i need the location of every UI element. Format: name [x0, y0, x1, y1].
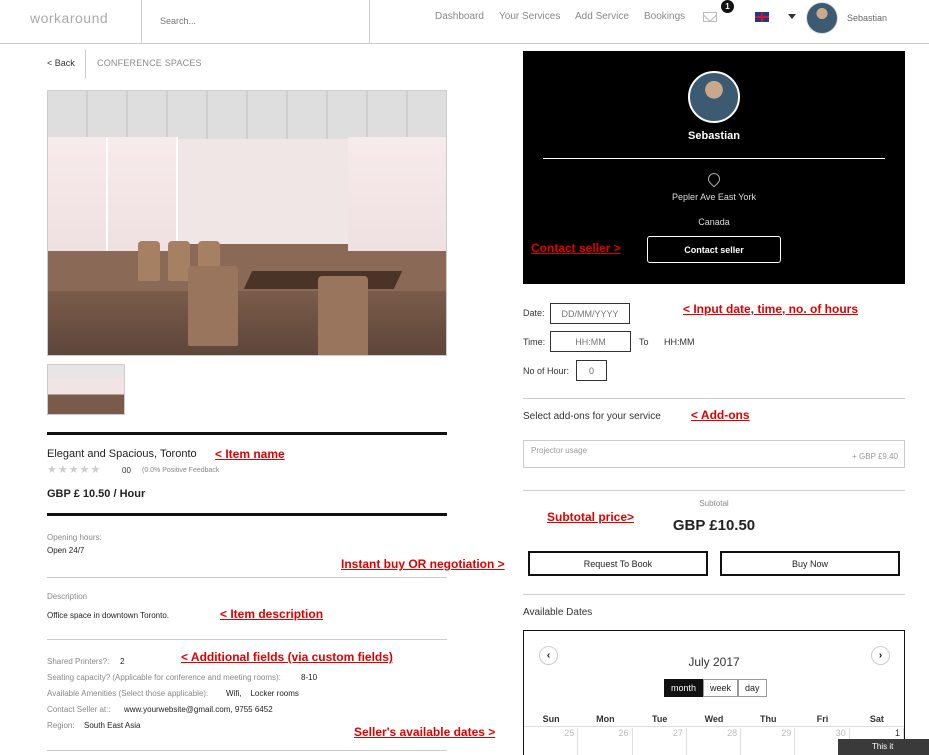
calendar-day[interactable]: 28 — [687, 728, 742, 755]
annotation-subtotal: Subtotal price> — [547, 510, 635, 524]
breadcrumb: CONFERENCE SPACES — [97, 58, 202, 68]
field-value: www.yourwebsite@gmail.com, 9755 6452 — [124, 705, 273, 714]
availability-calendar: ‹ › July 2017 month week day Sun Mon Tue… — [523, 630, 905, 755]
field-label: Contact Seller at:: — [47, 705, 111, 714]
opening-hours-label: Opening hours: — [47, 533, 102, 542]
hours-label: No of Hour: — [523, 366, 570, 376]
calendar-day[interactable]: 25 — [524, 728, 579, 755]
seller-name: Sebastian — [688, 130, 740, 142]
divider — [543, 158, 885, 159]
thumbnail-image[interactable] — [47, 364, 125, 415]
calendar-view-switch: month week day — [664, 679, 767, 697]
logo[interactable]: workaround — [30, 10, 108, 26]
weekday: Sun — [542, 714, 560, 724]
weekday: Wed — [704, 714, 724, 724]
search-input[interactable] — [160, 14, 360, 28]
divider — [47, 513, 447, 516]
rating-count: 00 — [122, 466, 131, 475]
weekday: Sat — [869, 714, 884, 724]
end-time-value: HH:MM — [664, 337, 695, 347]
tooltip: This it — [838, 739, 929, 755]
divider — [47, 639, 447, 640]
addon-item[interactable]: Projector usage + GBP £9.40 — [523, 440, 905, 468]
user-name[interactable]: Sebastian — [847, 13, 887, 23]
divider — [523, 490, 905, 491]
divider — [523, 398, 905, 399]
field-label: Shared Printers?: — [47, 657, 110, 666]
field-label: Seating capacity? (Applicable for confer… — [47, 673, 281, 682]
view-day-button[interactable]: day — [738, 679, 767, 697]
chevron-down-icon[interactable] — [788, 14, 796, 19]
addons-title: Select add-ons for your service — [523, 411, 661, 422]
nav-your-services[interactable]: Your Services — [499, 11, 560, 22]
time-label: Time: — [523, 337, 546, 347]
avatar[interactable] — [806, 2, 838, 34]
weekday: Tue — [652, 714, 668, 724]
uk-flag-icon[interactable] — [755, 12, 769, 22]
time-input[interactable] — [550, 331, 631, 352]
weekday: Mon — [596, 714, 615, 724]
addon-price: + GBP £9.40 — [852, 452, 898, 461]
field-value: Wifi, Locker rooms — [226, 689, 299, 698]
divider — [85, 50, 86, 78]
field-label: Available Amenities (Select those applic… — [47, 689, 209, 698]
nav-add-service[interactable]: Add Service — [575, 11, 629, 22]
annotation-input: < Input date, time, no. of hours — [683, 302, 859, 316]
divider — [47, 577, 447, 578]
annotation-fields: < Additional fields (via custom fields) — [181, 650, 393, 664]
view-week-button[interactable]: week — [703, 679, 739, 697]
seller-address: Pepler Ave East York — [672, 192, 756, 202]
calendar-day[interactable]: 27 — [633, 728, 687, 755]
contact-seller-button[interactable]: Contact seller — [647, 236, 781, 263]
item-price: GBP £ 10.50 / Hour — [47, 488, 146, 500]
item-name: Elegant and Spacious, Toronto — [47, 448, 197, 460]
calendar-weekdays: Sun Mon Tue Wed Thu Fri Sat — [524, 714, 904, 727]
annotation-contact-seller: Contact seller > — [531, 241, 621, 255]
seller-avatar — [688, 71, 740, 123]
mail-icon[interactable] — [703, 12, 717, 22]
to-label: To — [639, 337, 649, 347]
divider — [47, 750, 447, 751]
opening-hours-value: Open 24/7 — [47, 546, 85, 555]
description-label: Description — [47, 592, 88, 601]
top-navbar: workaround Dashboard Your Services Add S… — [0, 0, 929, 44]
hours-input[interactable] — [576, 360, 607, 381]
seller-country: Canada — [698, 217, 730, 227]
nav-bookings[interactable]: Bookings — [644, 11, 685, 22]
weekday: Thu — [760, 714, 777, 724]
back-link[interactable]: < Back — [47, 58, 75, 68]
view-month-button[interactable]: month — [664, 679, 704, 697]
calendar-month: July 2017 — [688, 655, 740, 669]
field-value: 2 — [120, 657, 125, 666]
main-listing-image — [47, 90, 447, 356]
feedback-text: (0.0% Positive Feedback — [142, 467, 220, 474]
annotation-description: < Item description — [220, 607, 324, 621]
available-dates-title: Available Dates — [523, 607, 593, 618]
addon-name: Projector usage — [531, 446, 588, 455]
nav-dashboard[interactable]: Dashboard — [435, 11, 484, 22]
weekday: Fri — [816, 714, 829, 724]
location-pin-icon — [705, 170, 723, 188]
divider — [523, 594, 905, 595]
date-input[interactable] — [550, 303, 630, 324]
annotation-dates: Seller's available dates > — [354, 725, 496, 739]
field-value: South East Asia — [84, 721, 141, 730]
subtotal-label: Subtotal — [699, 499, 729, 508]
buy-now-button[interactable]: Buy Now — [720, 551, 900, 576]
divider — [369, 0, 370, 44]
field-label: Region: — [47, 721, 75, 730]
date-label: Date: — [523, 308, 545, 318]
request-to-book-button[interactable]: Request To Book — [528, 551, 708, 576]
calendar-day[interactable]: 26 — [578, 728, 633, 755]
annotation-addons: < Add-ons — [691, 408, 750, 422]
description-value: Office space in downtown Toronto. — [47, 611, 169, 620]
annotation-item-name: < Item name — [215, 447, 285, 461]
rating-stars: ★★★★★ — [47, 464, 102, 476]
field-value: 8-10 — [301, 673, 318, 682]
divider — [141, 0, 142, 44]
annotation-instant-buy: Instant buy OR negotiation > — [341, 557, 505, 571]
divider — [47, 432, 447, 435]
notification-badge: 1 — [721, 0, 734, 13]
calendar-day[interactable]: 29 — [741, 728, 796, 755]
